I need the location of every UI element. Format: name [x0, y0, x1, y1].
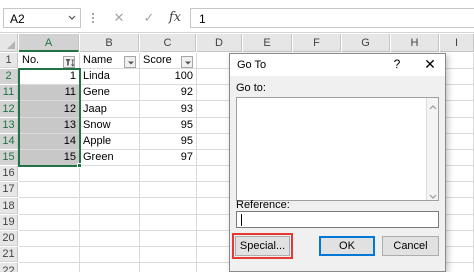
cell-score[interactable]: 97 [140, 150, 197, 166]
row-header[interactable]: 15 [0, 150, 18, 165]
cell-no[interactable]: 15 [19, 150, 80, 166]
empty-cell[interactable] [19, 215, 80, 231]
column-header-a[interactable]: A [19, 34, 79, 52]
column-header-i[interactable]: I [440, 34, 474, 52]
column-header-d[interactable]: D [197, 34, 242, 52]
scroll-up-icon[interactable] [429, 101, 437, 110]
formula-value: 1 [199, 12, 206, 26]
column-header-h[interactable]: H [391, 34, 439, 52]
cell-score[interactable]: 100 [140, 69, 197, 85]
highlight-box [232, 233, 293, 259]
cell-score[interactable]: 95 [140, 134, 197, 150]
enter-icon[interactable]: ✓ [138, 8, 160, 28]
formula-input[interactable]: 1 [190, 8, 474, 28]
header-label: Name [83, 54, 113, 66]
empty-cell[interactable] [140, 247, 197, 263]
dialog-title: Go To [237, 59, 267, 71]
cell-name[interactable]: Snow [80, 118, 140, 134]
empty-cell[interactable] [80, 166, 140, 182]
row-header[interactable]: 13 [0, 118, 18, 133]
cell-header-name[interactable]: Name [80, 53, 140, 69]
help-icon[interactable]: ? [390, 57, 404, 71]
empty-cell[interactable] [140, 166, 197, 182]
row-header[interactable]: 21 [0, 247, 18, 262]
cell-score[interactable]: 92 [140, 85, 197, 101]
filter-dropdown-icon[interactable] [124, 56, 136, 68]
goto-label: Go to: [236, 82, 266, 94]
insert-function-icon[interactable]: fx [164, 8, 186, 28]
cell-score[interactable]: 95 [140, 118, 197, 134]
row-header[interactable]: 17 [0, 182, 18, 197]
close-icon[interactable]: ✕ [422, 56, 438, 73]
cell-no[interactable]: 14 [19, 134, 80, 150]
row-header[interactable]: 1 [0, 53, 18, 68]
row-header[interactable]: 2 [0, 69, 18, 84]
cell-name[interactable]: Apple [80, 134, 140, 150]
chevron-down-icon[interactable] [67, 11, 77, 25]
column-header-g[interactable]: G [342, 34, 390, 52]
cell-no[interactable]: 1 [19, 69, 80, 85]
filter-dropdown-icon[interactable] [181, 56, 193, 68]
cell-no[interactable]: 13 [19, 118, 80, 134]
column-header-f[interactable]: F [293, 34, 341, 52]
row-header[interactable]: 12 [0, 101, 18, 117]
empty-cell[interactable] [19, 182, 80, 198]
reference-label: Reference: [236, 199, 290, 211]
empty-cell[interactable] [140, 198, 197, 215]
cell-header-score[interactable]: Score [140, 53, 197, 69]
cell-no[interactable]: 11 [19, 85, 80, 101]
empty-cell[interactable] [19, 247, 80, 263]
empty-cell[interactable] [140, 263, 197, 272]
empty-cell[interactable] [80, 215, 140, 231]
cell-score[interactable]: 93 [140, 101, 197, 118]
empty-cell[interactable] [19, 166, 80, 182]
ok-button[interactable]: OK [319, 236, 375, 256]
formula-bar: A2 ✕ ✓ fx 1 [0, 0, 474, 33]
fill-handle[interactable] [77, 163, 82, 168]
name-box-value: A2 [10, 12, 25, 26]
header-label: No. [22, 54, 40, 66]
cell-name[interactable]: Linda [80, 69, 140, 85]
empty-cell[interactable] [140, 215, 197, 231]
name-box[interactable]: A2 [3, 8, 81, 28]
empty-cell[interactable] [80, 247, 140, 263]
column-header-c[interactable]: C [140, 34, 196, 52]
cell-header-no[interactable]: No. [19, 53, 80, 69]
empty-cell[interactable] [140, 182, 197, 198]
goto-dialog: Go To ? ✕ Go to: Reference: Special... O… [229, 53, 446, 272]
drag-handle-icon[interactable] [90, 9, 96, 27]
empty-cell[interactable] [19, 198, 80, 215]
select-all-corner[interactable] [0, 34, 18, 52]
goto-list[interactable] [236, 97, 439, 201]
scrollbar[interactable] [426, 98, 438, 200]
cell-name[interactable]: Green [80, 150, 140, 166]
row-header[interactable]: 20 [0, 231, 18, 246]
cancel-icon[interactable]: ✕ [108, 8, 130, 28]
empty-cell[interactable] [80, 231, 140, 247]
empty-cell[interactable] [19, 263, 80, 272]
empty-cell[interactable] [80, 263, 140, 272]
empty-cell[interactable] [19, 231, 80, 247]
text-caret [241, 214, 242, 226]
empty-cell[interactable] [80, 198, 140, 215]
reference-input[interactable] [236, 211, 439, 228]
cell-name[interactable]: Gene [80, 85, 140, 101]
empty-cell[interactable] [80, 182, 140, 198]
row-header[interactable]: 11 [0, 85, 18, 100]
header-label: Score [143, 54, 172, 66]
filter-active-icon[interactable] [63, 56, 75, 68]
scroll-down-icon[interactable] [429, 191, 437, 199]
empty-cell[interactable] [140, 231, 197, 247]
row-header[interactable]: 16 [0, 166, 18, 181]
column-header-e[interactable]: E [243, 34, 292, 52]
cancel-button[interactable]: Cancel [382, 236, 439, 256]
row-header[interactable]: 19 [0, 215, 18, 230]
cell-name[interactable]: Jaap [80, 101, 140, 118]
cell-no[interactable]: 12 [19, 101, 80, 118]
dialog-titlebar[interactable]: Go To ? ✕ [230, 54, 445, 76]
row-header[interactable]: 14 [0, 134, 18, 149]
row-header[interactable]: 22 [0, 263, 18, 272]
row-header[interactable]: 18 [0, 198, 18, 214]
column-header-b[interactable]: B [80, 34, 139, 52]
